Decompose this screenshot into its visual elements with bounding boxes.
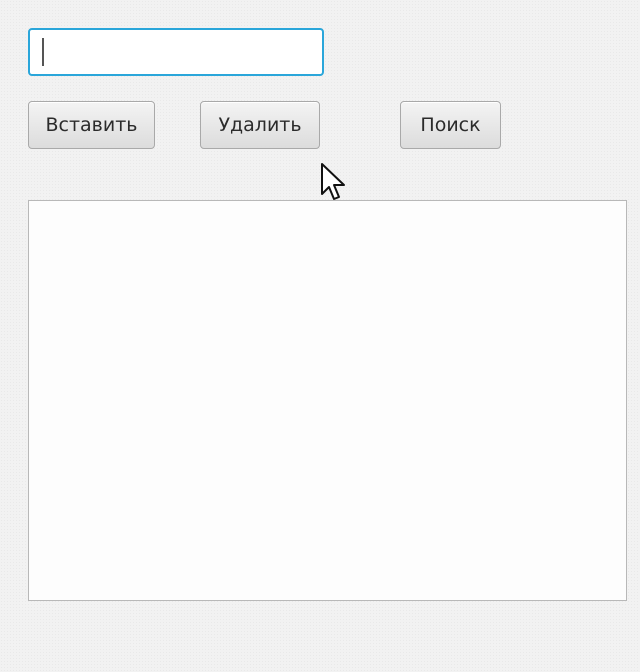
delete-button[interactable]: Удалить: [200, 101, 320, 149]
output-list-area[interactable]: [28, 200, 627, 601]
mouse-pointer-icon: [321, 163, 345, 200]
insert-button[interactable]: Вставить: [28, 101, 155, 149]
search-button[interactable]: Поиск: [400, 101, 501, 149]
text-caret: [42, 38, 44, 66]
text-input[interactable]: [28, 28, 324, 76]
